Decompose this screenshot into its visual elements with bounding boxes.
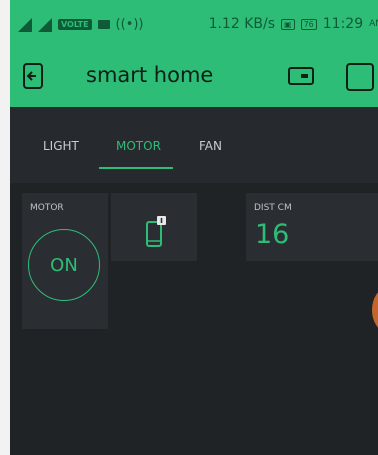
signal-icon	[18, 17, 32, 32]
tab-motor[interactable]: MOTOR	[116, 139, 161, 153]
motor-toggle-button[interactable]: ON	[28, 229, 100, 301]
project-exit-icon[interactable]	[22, 62, 44, 90]
hotspot-icon: ((•))	[115, 17, 144, 32]
clock-suffix: AN	[369, 19, 378, 29]
network-speed: 1.12 KB/s	[208, 16, 275, 32]
notification-icon: ▣	[281, 18, 295, 30]
phone-notification-icon	[146, 216, 166, 247]
device-icon[interactable]	[288, 65, 314, 87]
app-screen: VOLTE ((•)) 1.12 KB/s ▣ 76 11:29 AN smar…	[10, 0, 378, 455]
volte-badge: VOLTE	[58, 19, 92, 30]
distance-display-widget[interactable]: DIST CM 16	[246, 193, 378, 261]
distance-label: DIST CM	[254, 203, 292, 213]
tab-light[interactable]: LIGHT	[43, 139, 79, 153]
signal-icon-2	[38, 17, 52, 32]
active-tab-indicator	[99, 167, 173, 169]
clock: 11:29	[322, 16, 364, 32]
distance-value: 16	[255, 219, 290, 250]
tab-fan[interactable]: FAN	[199, 139, 222, 153]
project-title: smart home	[86, 63, 214, 87]
motor-button-widget[interactable]: MOTOR ON	[22, 193, 108, 329]
tab-bar: LIGHT MOTOR FAN	[10, 107, 378, 183]
battery-indicator: 76	[300, 18, 317, 30]
motor-widget-label: MOTOR	[30, 203, 64, 213]
camera-icon	[97, 20, 110, 29]
notification-widget[interactable]	[111, 193, 197, 261]
motor-state-label: ON	[50, 254, 78, 276]
app-bar: smart home	[10, 52, 378, 107]
play-stop-icon[interactable]	[346, 63, 374, 91]
status-bar: VOLTE ((•)) 1.12 KB/s ▣ 76 11:29 AN	[10, 0, 378, 52]
floating-action-button[interactable]	[372, 288, 378, 332]
